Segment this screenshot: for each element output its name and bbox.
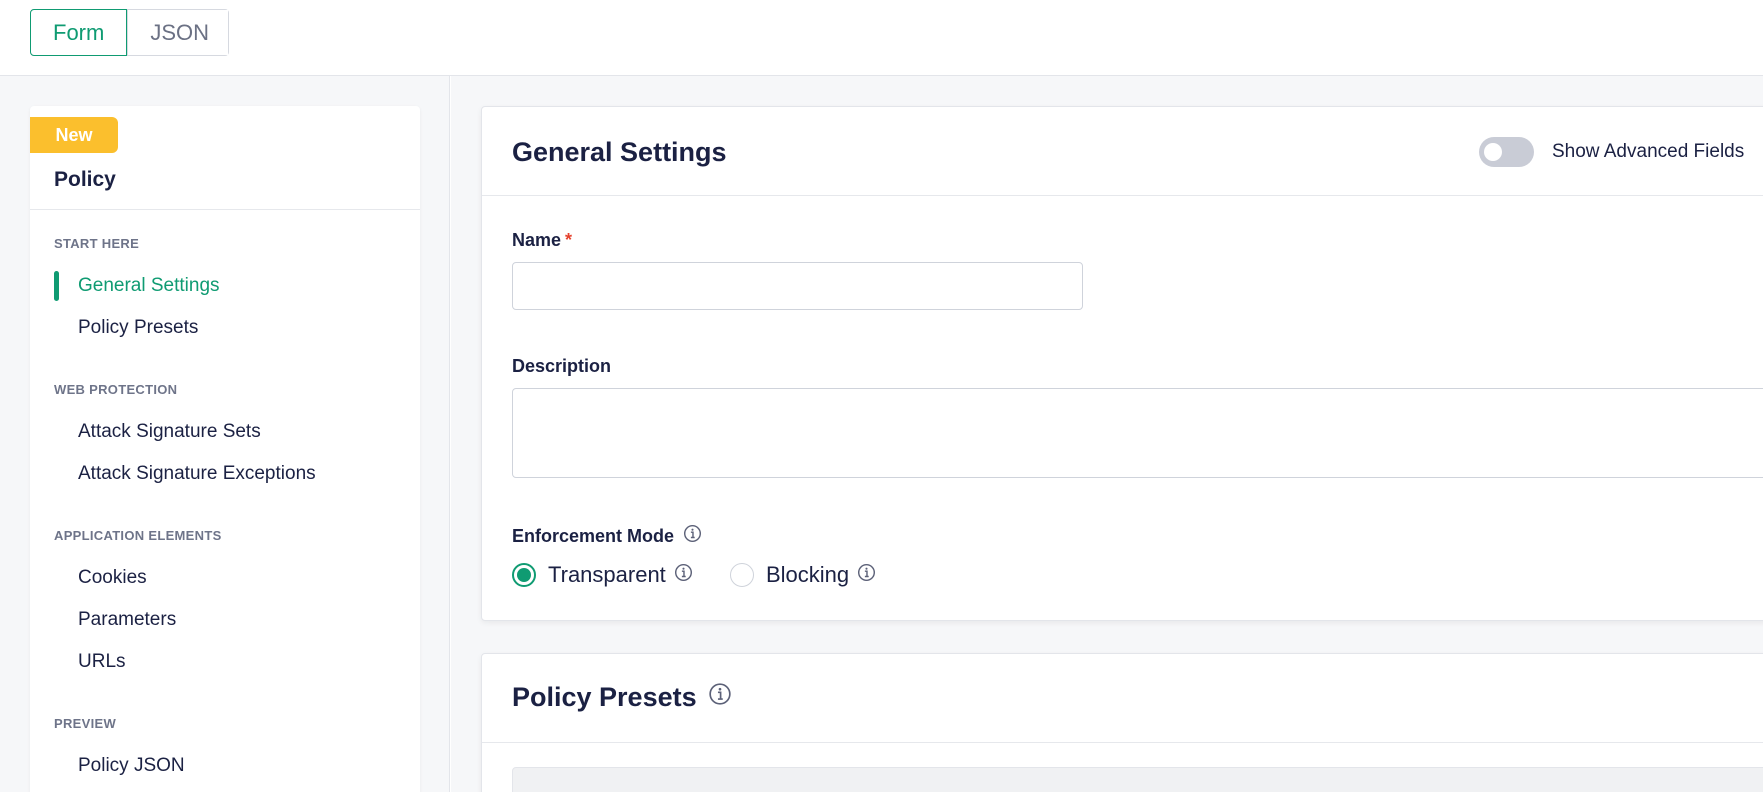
sidebar-item-cookies[interactable]: Cookies [78, 567, 147, 589]
section-heading-preview: PREVIEW [54, 716, 117, 731]
info-icon[interactable] [708, 682, 732, 713]
active-indicator [54, 271, 59, 301]
sidebar-item-policy-json[interactable]: Policy JSON [78, 755, 185, 777]
radio-transparent-label: Transparent [548, 562, 666, 587]
presets-container [512, 767, 1763, 792]
sidebar-item-parameters[interactable]: Parameters [78, 609, 176, 631]
view-mode-toggle: Form JSON [30, 9, 230, 56]
top-bar: Form JSON [0, 0, 1763, 76]
description-label: Description [512, 356, 612, 376]
info-icon[interactable] [674, 563, 693, 587]
json-view-button[interactable]: JSON [127, 10, 229, 55]
radio-blocking-label: Blocking [766, 562, 850, 587]
description-input[interactable] [512, 388, 1763, 478]
sidebar-item-attack-signature-exceptions[interactable]: Attack Signature Exceptions [78, 463, 316, 485]
card-header-divider [482, 195, 1763, 196]
sidebar-title: Policy [54, 168, 116, 191]
radio-selected-dot [517, 568, 531, 582]
policy-presets-heading: Policy Presets [512, 682, 732, 713]
toggle-knob [1484, 143, 1502, 161]
sidebar-item-general-settings[interactable]: General Settings [78, 275, 220, 297]
info-icon[interactable] [857, 563, 876, 587]
advanced-fields-label: Show Advanced Fields [1552, 141, 1745, 162]
section-heading-start-here: START HERE [54, 236, 140, 251]
name-label-text: Name [512, 230, 562, 250]
policy-presets-card: Policy Presets [481, 653, 1763, 792]
card-header-divider [482, 742, 1763, 743]
enforcement-mode-label: Enforcement Mode [512, 524, 702, 548]
radio-blocking[interactable]: Blocking [730, 562, 876, 588]
radio-blocking-circle[interactable] [730, 563, 754, 587]
section-heading-web-protection: WEB PROTECTION [54, 382, 178, 397]
sidebar-item-policy-presets[interactable]: Policy Presets [78, 317, 198, 339]
sidebar-item-attack-signature-sets[interactable]: Attack Signature Sets [78, 421, 261, 443]
policy-sidebar: New Policy START HERE General Settings P… [30, 106, 420, 792]
form-view-button[interactable]: Form [30, 9, 128, 56]
name-label: Name * [512, 230, 572, 251]
radio-transparent-circle[interactable] [512, 563, 536, 587]
general-settings-card: General Settings Show Advanced Fields Na… [481, 106, 1763, 621]
enforcement-mode-text: Enforcement Mode [512, 525, 675, 546]
policy-presets-title: Policy Presets [512, 682, 697, 712]
general-settings-title: General Settings [512, 137, 727, 167]
required-mark: * [565, 230, 573, 250]
name-input[interactable] [512, 262, 1083, 310]
sidebar-item-urls[interactable]: URLs [78, 651, 126, 673]
section-heading-application-elements: APPLICATION ELEMENTS [54, 528, 222, 543]
new-badge: New [30, 117, 118, 153]
info-icon[interactable] [683, 524, 702, 548]
radio-transparent[interactable]: Transparent [512, 562, 693, 588]
sidebar-divider [30, 209, 420, 210]
advanced-fields-toggle[interactable] [1479, 137, 1534, 167]
